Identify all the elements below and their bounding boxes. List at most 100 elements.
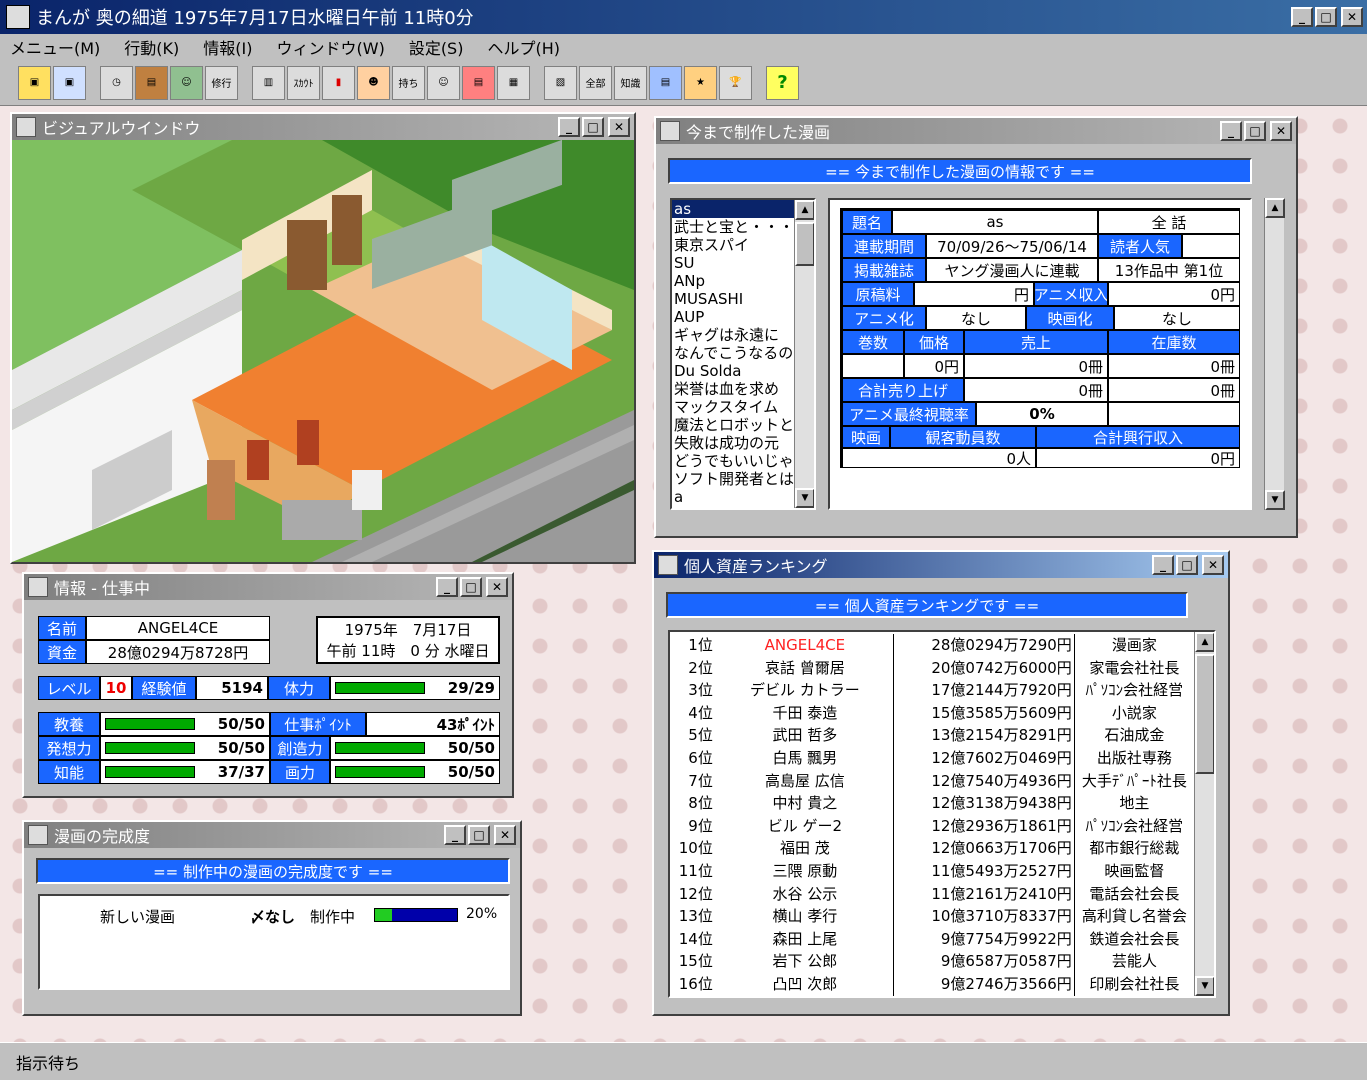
table-row[interactable]: 3位 デビル カトラー 17億2144万7920円 ﾊﾟｿｺﾝ会社経営 bbox=[670, 679, 1194, 702]
clock-icon[interactable]: ◷ bbox=[100, 65, 133, 100]
ranking-scroll-down-icon[interactable]: ▼ bbox=[1195, 976, 1214, 996]
progress-minimize-button[interactable]: _ bbox=[444, 825, 466, 845]
total-sales-label: 合計売り上げ bbox=[842, 378, 964, 402]
ranking-icon[interactable]: ▤ bbox=[649, 65, 682, 100]
mailbox-icon[interactable]: ▮ bbox=[322, 65, 355, 100]
works-list[interactable]: as 武士と宝と・・・ 東京スパイ SU ANp MUSASHI AUP ギャグ… bbox=[670, 198, 816, 510]
film-label: 映画 bbox=[842, 426, 890, 448]
table-row[interactable]: 16位 凸凹 次郎 9億2746万3566円 印刷会社社長 bbox=[670, 972, 1194, 996]
progress-window-icon bbox=[28, 825, 48, 845]
progress-maximize-button[interactable]: □ bbox=[468, 825, 490, 845]
award-icon[interactable]: ★ bbox=[684, 65, 717, 100]
scroll-down-icon[interactable]: ▼ bbox=[795, 488, 814, 508]
list-item[interactable]: MUSASHI bbox=[672, 290, 814, 308]
info-maximize-button[interactable]: □ bbox=[460, 577, 482, 597]
load-icon[interactable]: ▣ bbox=[53, 65, 86, 100]
ranking-minimize-button[interactable]: _ bbox=[1152, 555, 1174, 575]
visual-close-button[interactable]: ✕ bbox=[608, 117, 630, 137]
list-item[interactable]: 失敗は成功の元 bbox=[672, 434, 814, 452]
ranking-scrollbar[interactable]: ▲ ▼ bbox=[1194, 632, 1214, 996]
list-item[interactable]: どうでもいいじゃ bbox=[672, 452, 814, 470]
list-item[interactable]: a bbox=[672, 488, 814, 506]
works-list-scrollbar[interactable]: ▲ ▼ bbox=[794, 200, 814, 508]
scroll-thumb[interactable] bbox=[795, 222, 814, 266]
ranking-scroll-thumb[interactable] bbox=[1195, 654, 1214, 774]
table-row[interactable]: 14位 森田 上尾 9億7754万9922円 鉄道会社会長 bbox=[670, 927, 1194, 951]
meeting-icon[interactable]: ▦ bbox=[497, 65, 530, 100]
table-row[interactable]: 13位 横山 孝行 10億3710万8337円 高利貸し名誉会 bbox=[670, 905, 1194, 928]
fee-label: 原稿料 bbox=[842, 282, 914, 306]
ranking-maximize-button[interactable]: □ bbox=[1176, 555, 1198, 575]
staff-icon[interactable]: ☺ bbox=[427, 65, 460, 100]
detail-scroll-down-icon[interactable]: ▼ bbox=[1265, 490, 1285, 510]
table-row[interactable]: 8位 中村 貴之 12億3138万9438円 地主 bbox=[670, 792, 1194, 815]
ranking-list[interactable]: 1位 ANGEL4CE 28億0294万7290円 漫画家 2位 哀話 曾爾居 20億074… bbox=[668, 630, 1216, 998]
list-item[interactable]: ギャグは永遠に bbox=[672, 326, 814, 344]
works-minimize-button[interactable]: _ bbox=[1220, 121, 1242, 141]
list-item[interactable]: 東京スパイ bbox=[672, 236, 814, 254]
menu-settings[interactable]: 設定(S) bbox=[409, 35, 464, 59]
building-icon[interactable]: ▥ bbox=[252, 65, 285, 100]
chart-icon[interactable]: ▧ bbox=[544, 65, 577, 100]
app-title-bar: まんが 奥の細道 1975年7月17日水曜日午前 11時0分 _ □ ✕ bbox=[0, 0, 1367, 34]
works-close-button[interactable]: ✕ bbox=[1270, 121, 1292, 141]
scout-icon[interactable]: ｽｶｳﾄ bbox=[287, 65, 320, 100]
works-maximize-button[interactable]: □ bbox=[1244, 121, 1266, 141]
progress-close-button[interactable]: ✕ bbox=[494, 825, 516, 845]
list-item[interactable]: Du Solda bbox=[672, 362, 814, 380]
progress-list[interactable]: 新しい漫画 〆なし 制作中 20% bbox=[38, 894, 510, 990]
knowledge-icon[interactable]: 知識 bbox=[614, 65, 647, 100]
table-row[interactable]: 9位 ビル ゲー2 12億2936万1861円 ﾊﾟｿｺﾝ会社経営 bbox=[670, 814, 1194, 838]
train-icon[interactable]: 修行 bbox=[205, 65, 238, 100]
table-row[interactable]: 12位 水谷 公示 11億2161万2410円 電話会社会長 bbox=[670, 882, 1194, 906]
table-row[interactable]: 11位 三隈 原動 11億5493万2527円 映画監督 bbox=[670, 859, 1194, 883]
menu-action[interactable]: 行動(K) bbox=[124, 35, 179, 59]
close-button[interactable]: ✕ bbox=[1341, 7, 1363, 27]
help-icon[interactable]: ? bbox=[766, 65, 799, 100]
info-close-button[interactable]: ✕ bbox=[486, 577, 508, 597]
list-item[interactable]: 栄誉は血を求め bbox=[672, 380, 814, 398]
works-detail-scrollbar[interactable]: ▲ ▼ bbox=[1264, 198, 1285, 510]
list-item[interactable]: なんでこうなるの bbox=[672, 344, 814, 362]
menu-window[interactable]: ウィンドウ(W) bbox=[277, 35, 385, 59]
table-row[interactable]: 5位 武田 哲多 13億2154万8291円 石油成金 bbox=[670, 724, 1194, 747]
rank-money: 12億0663万1706円 bbox=[894, 837, 1075, 860]
work-icon[interactable]: ▤ bbox=[135, 65, 168, 100]
table-row[interactable]: 1位 ANGEL4CE 28億0294万7290円 漫画家 bbox=[670, 634, 1194, 657]
list-item[interactable]: 魔法とロボットと bbox=[672, 416, 814, 434]
list-item[interactable]: as bbox=[672, 200, 814, 218]
detail-scroll-up-icon[interactable]: ▲ bbox=[1265, 198, 1285, 218]
list-item[interactable]: 武士と宝と・・・ bbox=[672, 218, 814, 236]
ranking-close-button[interactable]: ✕ bbox=[1202, 555, 1224, 575]
maximize-button[interactable]: □ bbox=[1315, 7, 1337, 27]
list-item[interactable]: ANp bbox=[672, 272, 814, 290]
table-row[interactable]: 6位 白馬 飄男 12億7602万0469円 出版社専務 bbox=[670, 746, 1194, 770]
table-row[interactable]: 7位 高島屋 広信 12億7540万4936円 大手ﾃﾞﾊﾟｰﾄ社長 bbox=[670, 769, 1194, 793]
list-item[interactable]: マックスタイム bbox=[672, 398, 814, 416]
trophy-icon[interactable]: 🏆 bbox=[719, 65, 752, 100]
save-icon[interactable]: ▣ bbox=[18, 65, 51, 100]
office-scene[interactable] bbox=[12, 140, 634, 562]
book-icon[interactable]: ▤ bbox=[462, 65, 495, 100]
visual-maximize-button[interactable]: □ bbox=[582, 117, 604, 137]
scroll-up-icon[interactable]: ▲ bbox=[795, 200, 814, 220]
ranking-scroll-up-icon[interactable]: ▲ bbox=[1195, 632, 1214, 652]
table-row[interactable]: 2位 哀話 曾爾居 20億0742万6000円 家電会社社長 bbox=[670, 656, 1194, 680]
list-item[interactable]: SU bbox=[672, 254, 814, 272]
list-item[interactable]: AUP bbox=[672, 308, 814, 326]
table-row[interactable]: 4位 千田 泰造 15億3585万5609円 小説家 bbox=[670, 701, 1194, 725]
person-icon[interactable]: ☻ bbox=[357, 65, 390, 100]
table-row[interactable]: 15位 岩下 公郎 9億6587万0587円 芸能人 bbox=[670, 950, 1194, 973]
menu-info[interactable]: 情報(I) bbox=[203, 35, 252, 59]
menu-menu[interactable]: メニュー(M) bbox=[10, 35, 100, 59]
minimize-button[interactable]: _ bbox=[1291, 7, 1313, 27]
all-icon[interactable]: 全部 bbox=[579, 65, 612, 100]
visual-minimize-button[interactable]: _ bbox=[558, 117, 580, 137]
movie-label: 映画化 bbox=[1026, 306, 1114, 330]
table-row[interactable]: 10位 福田 茂 12億0663万1706円 都市銀行総裁 bbox=[670, 837, 1194, 860]
computer-icon[interactable]: 持ち bbox=[392, 65, 425, 100]
people-icon[interactable]: ☺ bbox=[170, 65, 203, 100]
info-minimize-button[interactable]: _ bbox=[436, 577, 458, 597]
menu-help[interactable]: ヘルプ(H) bbox=[487, 35, 560, 59]
list-item[interactable]: ソフト開発者とは bbox=[672, 470, 814, 488]
